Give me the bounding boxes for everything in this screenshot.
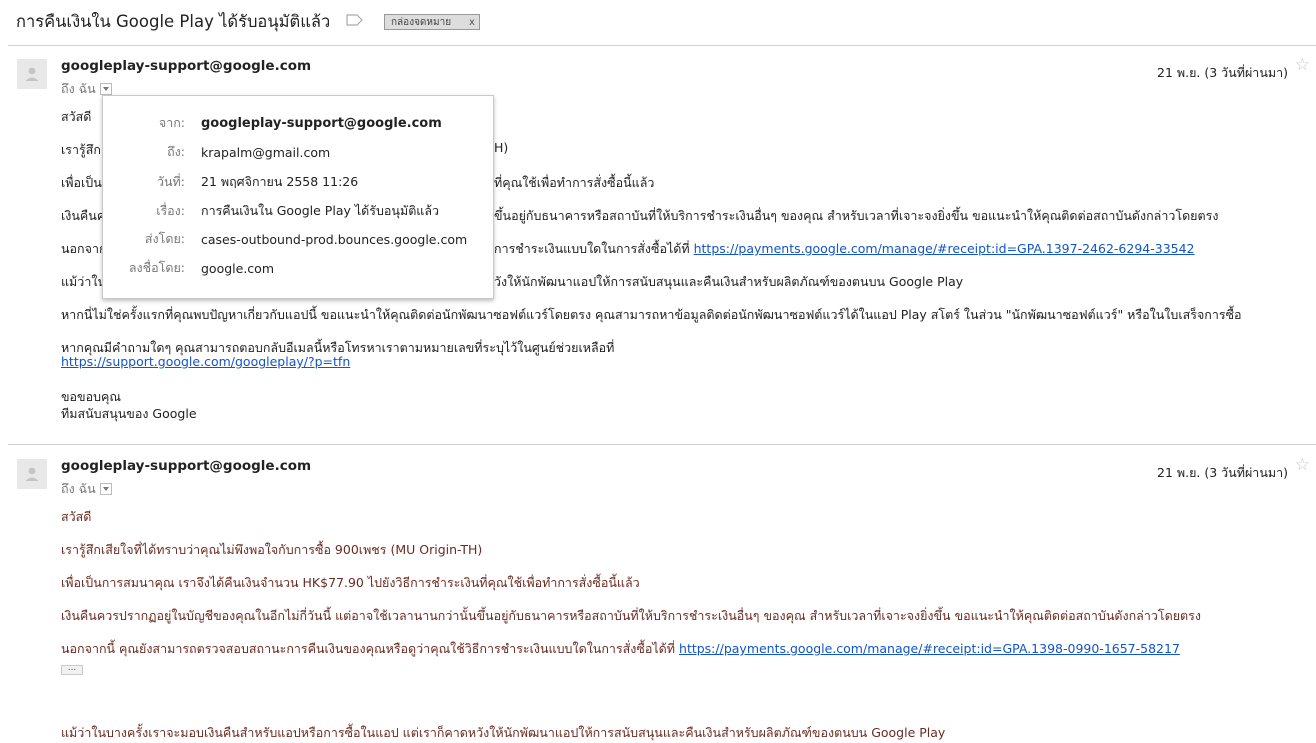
- recipient-text: ถึง ฉัน: [61, 481, 96, 496]
- popup-subject-value: การคืนเงินใน Google Play ได้รับอนุมัติแล…: [201, 203, 440, 218]
- receipt-link[interactable]: https://payments.google.com/manage/#rece…: [694, 241, 1195, 256]
- popup-from-label: จาก:: [158, 115, 185, 130]
- body-line-fragment: วังให้นักพัฒนาแอปให้การสนับสนุนและคืนเงิ…: [494, 274, 964, 289]
- body-line: แม้ว่าในบางครั้งเราจะมอบเงินคืนสำหรับแอป…: [61, 725, 946, 740]
- body-line: หากนี่ไม่ใช่ครั้งแรกที่คุณพบปัญหาเกี่ยวก…: [61, 307, 1242, 322]
- body-line-text: นอกจากนี้ คุณยังสามารถตรวจสอบสถานะการคืน…: [61, 641, 676, 656]
- popup-to-value[interactable]: krapalm@gmail.com: [201, 145, 330, 160]
- signature: ทีมสนับสนุนของ Google: [61, 406, 197, 421]
- message-date: 21 พ.ย. (3 วันที่ผ่านมา): [1157, 65, 1288, 80]
- body-line: นอกจาก: [61, 241, 107, 256]
- popup-from-row: จาก: googleplay-support@google.com: [103, 112, 493, 134]
- popup-mailedby-label: ส่งโดย:: [144, 231, 185, 246]
- subject-bar: การคืนเงินใน Google Play ได้รับอนุมัติแล…: [16, 8, 330, 36]
- divider: [8, 45, 1316, 46]
- body-line: นอกจากนี้ คุณยังสามารถตรวจสอบสถานะการคืน…: [61, 639, 1180, 659]
- star-icon[interactable]: ☆: [1295, 57, 1310, 74]
- thread-subject: การคืนเงินใน Google Play ได้รับอนุมัติแล…: [16, 12, 331, 31]
- recipient-text: ถึง ฉัน: [61, 81, 96, 96]
- body-line-fragment: ขึ้นอยู่กับธนาคารหรือสถาบันที่ให้บริการช…: [494, 208, 1219, 223]
- popup-to-row: ถึง: krapalm@gmail.com: [103, 141, 493, 163]
- sender-avatar: [17, 59, 47, 89]
- person-icon: [25, 467, 39, 481]
- chevron-down-icon[interactable]: [99, 483, 112, 495]
- star-icon[interactable]: ☆: [1295, 457, 1310, 474]
- label-tag-icon[interactable]: [346, 14, 364, 26]
- body-line: เพื่อเป็นการสมนาคุณ เราจึงได้คืนเงินจำนว…: [61, 575, 640, 590]
- popup-date-value: 21 พฤศจิกายน 2558 11:26: [201, 174, 359, 189]
- body-line: เรารู้สึกเสียใจที่ได้ทราบว่าคุณไม่พึงพอใ…: [61, 542, 483, 557]
- popup-mailedby-row: ส่งโดย: cases-outbound-prod.bounces.goog…: [103, 228, 493, 250]
- popup-date-label: วันที่:: [156, 174, 185, 189]
- popup-signedby-row: ลงชื่อโดย: google.com: [103, 257, 493, 279]
- sender-email[interactable]: googleplay-support@google.com: [61, 458, 311, 474]
- recipient-line: ถึง ฉัน: [61, 479, 112, 499]
- body-line: เพื่อเป็น: [61, 175, 102, 190]
- label-chip-text: กล่องจดหมาย: [391, 16, 452, 28]
- remove-label-button[interactable]: x: [465, 17, 479, 28]
- body-line: เงินคืนค: [61, 208, 106, 223]
- sender-email[interactable]: googleplay-support@google.com: [61, 58, 311, 74]
- popup-from-value[interactable]: googleplay-support@google.com: [201, 116, 442, 131]
- receipt-link[interactable]: https://payments.google.com/manage/#rece…: [679, 641, 1180, 656]
- divider: [8, 444, 1316, 445]
- support-link-line: https://support.google.com/googleplay/?p…: [61, 354, 350, 369]
- popup-signedby-value: google.com: [201, 260, 274, 276]
- body-greeting: สวัสดี: [61, 509, 92, 524]
- popup-date-row: วันที่: 21 พฤศจิกายน 2558 11:26: [103, 171, 493, 193]
- body-greeting: สวัสดี: [61, 109, 92, 124]
- popup-subject-label: เรื่อง:: [156, 203, 185, 218]
- body-line: เรารู้สึก: [61, 142, 101, 157]
- show-trimmed-content-button[interactable]: ...: [61, 664, 83, 675]
- popup-mailedby-value: cases-outbound-prod.bounces.google.com: [201, 231, 468, 247]
- support-link[interactable]: https://support.google.com/googleplay/?p…: [61, 354, 350, 369]
- body-line-fragment: การชำระเงินแบบใดในการสั่งซื้อได้ที่ http…: [494, 239, 1195, 259]
- person-icon: [25, 67, 39, 81]
- body-line-fragment: ที่คุณใช้เพื่อทำการสั่งซื้อนี้แล้ว: [494, 175, 655, 190]
- body-line: แม้ว่าใน: [61, 274, 106, 289]
- popup-to-label: ถึง:: [167, 144, 185, 159]
- body-line-fragment: H): [494, 140, 509, 155]
- popup-signedby-label: ลงชื่อโดย:: [128, 260, 185, 275]
- sender-avatar: [17, 459, 47, 489]
- message-date: 21 พ.ย. (3 วันที่ผ่านมา): [1157, 465, 1288, 480]
- message-details-popup: จาก: googleplay-support@google.com ถึง: …: [102, 95, 494, 299]
- body-line: เงินคืนควรปรากฏอยู่ในบัญชีของคุณในอีกไม่…: [61, 608, 1201, 623]
- chevron-down-icon[interactable]: [99, 83, 112, 95]
- popup-subject-row: เรื่อง: การคืนเงินใน Google Play ได้รับอ…: [103, 200, 493, 222]
- label-chip-inbox: กล่องจดหมาย x: [384, 14, 480, 30]
- body-line-fragment-text: การชำระเงินแบบใดในการสั่งซื้อได้ที่: [494, 241, 690, 256]
